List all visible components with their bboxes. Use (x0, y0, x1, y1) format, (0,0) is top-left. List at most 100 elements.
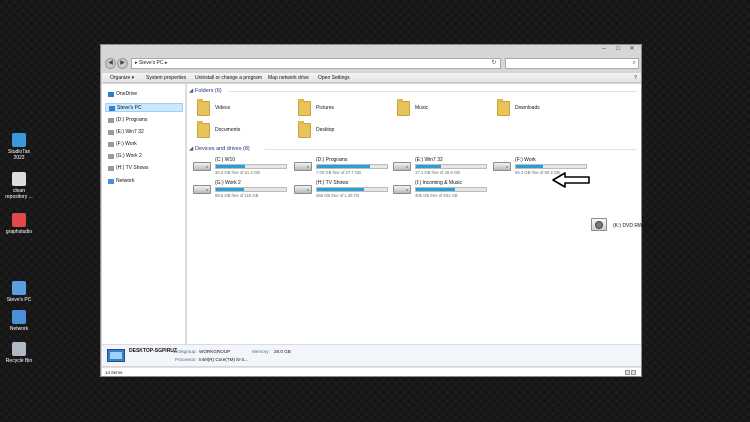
file-explorer-window: – □ ✕ ◀ ▶ ▸ Steve's PC ▸ ↻ ⌕ Organize ▾ … (100, 44, 656, 377)
drives-divider (265, 149, 637, 150)
workgroup-value: WORKGROUP (199, 349, 231, 354)
hard-drive-icon (393, 162, 411, 171)
memory-value: 28.0 GB (274, 349, 291, 354)
drive-icon (108, 118, 114, 123)
nav-item[interactable]: (D:) Programs (105, 116, 183, 125)
view-toggle[interactable] (624, 369, 638, 375)
desktop-icon-label: Network (9, 326, 29, 332)
nav-item[interactable]: (H:) TV Shows (105, 164, 183, 173)
search-icon: ⌕ (632, 60, 636, 66)
drive-free-space: 405 GB free of 931 GB (415, 193, 458, 198)
nav-item-label: (D:) Programs (116, 117, 148, 123)
details-pane: DESKTOP-SGPIRUZ Workgroup: WORKGROUP Mem… (102, 344, 641, 366)
drive-name: (F:) Work (515, 157, 536, 163)
drive-free-space: 17.1 GB free of 26.9 GB (415, 170, 460, 175)
folder-icon (197, 99, 210, 116)
nav-item[interactable]: (E:) Win7 32 (105, 128, 183, 137)
desktop-icon-graphstudio[interactable]: graphstudio (4, 213, 34, 235)
folders-group-header[interactable]: ◢ Folders (6) (189, 87, 222, 95)
item-count: 14 items (105, 370, 123, 375)
drive-item[interactable]: (C:) W10 30.3 GB free of 51.3 GB (191, 156, 287, 178)
drive-item[interactable]: (G:) Work 2 69.6 GB free of 115 GB (191, 179, 287, 201)
drive-name: (K:) DVD RW Drive (613, 223, 656, 229)
hard-drive-icon (393, 185, 411, 194)
drive-item[interactable]: (E:) Win7 32 17.1 GB free of 26.9 GB (391, 156, 487, 178)
drive-name: (E:) Win7 32 (415, 157, 443, 163)
computer-icon (107, 349, 125, 362)
nav-item-label: (F:) Work (116, 141, 137, 147)
folder-name: Desktop (316, 127, 335, 133)
folders-divider (229, 91, 637, 92)
folder-item[interactable]: Desktop (294, 121, 384, 141)
refresh-icon[interactable]: ↻ (489, 58, 499, 69)
folder-item[interactable]: Documents (193, 121, 283, 141)
help-icon[interactable]: ? (634, 73, 637, 83)
folder-icon (197, 121, 210, 138)
forward-button[interactable]: ▶ (117, 58, 128, 69)
folder-name: Videos (215, 105, 231, 111)
dvd-drive[interactable]: (K:) DVD RW Drive (589, 216, 685, 238)
open-settings-button[interactable]: Open Settings (318, 73, 350, 83)
graphstudio-icon (12, 213, 26, 227)
desktop-icon-network[interactable]: Network (4, 310, 34, 332)
maximize-button[interactable]: □ (613, 46, 623, 53)
nav-item-label: OneDrive (116, 91, 138, 97)
folder-name: Music (415, 105, 429, 111)
address-bar-row: ◀ ▶ ▸ Steve's PC ▸ ↻ ⌕ (101, 57, 641, 71)
drive-item[interactable]: (H:) TV Shows 466 GB free of 1.36 TB (292, 179, 388, 201)
drive-name: (G:) Work 2 (215, 180, 241, 186)
drive-item[interactable]: (I:) Incoming & Music 405 GB free of 931 … (391, 179, 487, 201)
folder-name: Pictures (316, 105, 335, 111)
folder-item[interactable]: Downloads (493, 99, 583, 119)
drive-name: (H:) TV Shows (316, 180, 349, 186)
title-bar[interactable]: – □ ✕ (101, 45, 641, 55)
tiles-view-icon (631, 370, 636, 375)
drive-usage-bar (215, 164, 287, 169)
system-properties-button[interactable]: System properties (146, 73, 186, 83)
drive-icon (109, 106, 115, 111)
content-area: ◢ Folders (6) ◢ Devices and drives (8) (K:… (187, 84, 656, 344)
drive-icon (108, 166, 114, 171)
drives-group-header[interactable]: ◢ Devices and drives (8) (189, 145, 250, 153)
folder-item[interactable]: Music (393, 99, 483, 119)
uninstall-program-button[interactable]: Uninstall or change a program (195, 73, 262, 83)
network-icon (12, 310, 26, 324)
hard-drive-icon (294, 185, 312, 194)
recycle-bin-icon (12, 342, 26, 356)
annotation-arrow-icon (552, 172, 590, 188)
organize-button[interactable]: Organize ▾ (110, 73, 134, 83)
status-bar: 14 items (102, 367, 641, 376)
nav-item[interactable]: OneDrive (105, 90, 183, 99)
drive-icon (108, 130, 114, 135)
nav-item[interactable]: Network (105, 177, 183, 186)
desktop-icon-computer[interactable]: Steve's PC (4, 281, 34, 303)
document-icon (12, 172, 26, 186)
back-button[interactable]: ◀ (105, 58, 116, 69)
folder-name: Documents (215, 127, 241, 133)
nav-item[interactable]: Steve's PC (105, 103, 183, 112)
desktop-icon-document[interactable]: clean repository ... (4, 172, 34, 200)
desktop-icon-label: clean repository ... (5, 188, 33, 200)
nav-item-label: (E:) Win7 32 (116, 129, 144, 135)
close-button[interactable]: ✕ (627, 46, 637, 53)
folder-icon (298, 99, 311, 116)
drive-name: (I:) Incoming & Music (415, 180, 462, 186)
folder-icon (497, 99, 510, 116)
desktop-icon-label: Steve's PC (6, 297, 32, 303)
drive-icon (108, 154, 114, 159)
address-input[interactable]: ▸ Steve's PC ▸ (131, 58, 501, 69)
folder-item[interactable]: Pictures (294, 99, 384, 119)
nav-item-label: Steve's PC (117, 105, 142, 111)
hard-drive-icon (294, 162, 312, 171)
map-network-drive-button[interactable]: Map network drive (268, 73, 309, 83)
hard-drive-icon (193, 162, 211, 171)
search-input[interactable]: ⌕ (505, 58, 639, 69)
drive-usage-bar (316, 164, 388, 169)
nav-item[interactable]: (G:) Work 2 (105, 152, 183, 161)
minimize-button[interactable]: – (599, 46, 609, 53)
desktop-icon-studiotax[interactable]: StudioTax 2022 (4, 133, 34, 161)
folder-item[interactable]: Videos (193, 99, 283, 119)
nav-item[interactable]: (F:) Work (105, 140, 183, 149)
drive-item[interactable]: (D:) Programs 7.00 GB free of 27.7 GB (292, 156, 388, 178)
desktop-icon-recycle-bin[interactable]: Recycle Bin (4, 342, 34, 364)
